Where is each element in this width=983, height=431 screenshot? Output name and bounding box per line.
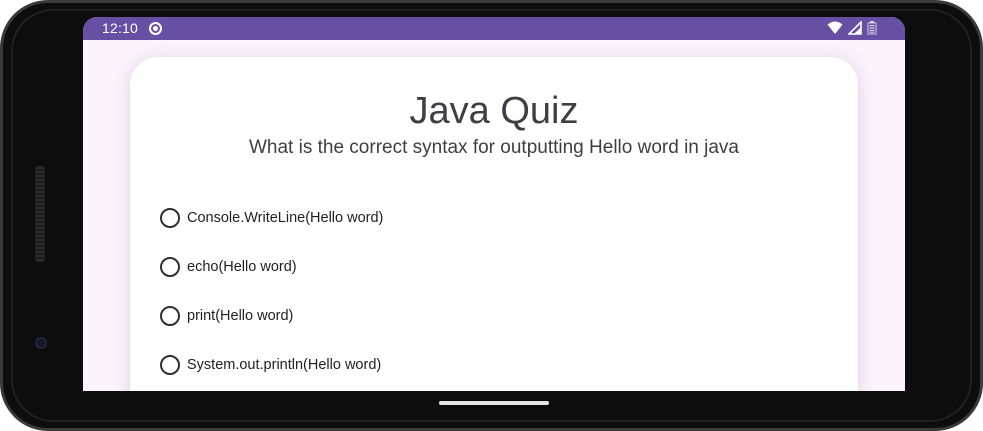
app-screen: 12:10 Java Quiz What is the correct synt…: [83, 17, 905, 391]
quiz-question: What is the correct syntax for outputtin…: [248, 137, 739, 158]
speaker-grille: [35, 165, 45, 263]
wifi-icon: [827, 21, 843, 34]
radio-button[interactable]: [160, 207, 180, 228]
battery-icon: [867, 21, 877, 35]
quiz-title: Java Quiz: [409, 90, 579, 132]
gesture-handle[interactable]: [439, 401, 549, 405]
notification-dot-icon: [149, 22, 162, 35]
option-label: print(Hello word): [187, 307, 294, 324]
phone-frame: 12:10 Java Quiz What is the correct synt…: [0, 0, 983, 431]
status-bar: 12:10: [83, 17, 905, 40]
option-print[interactable]: print(Hello word): [160, 291, 820, 340]
option-label: echo(Hello word): [187, 258, 297, 275]
option-echo[interactable]: echo(Hello word): [160, 242, 820, 291]
navigation-bar: [83, 391, 905, 417]
status-icons: [827, 21, 877, 36]
option-system-out-println[interactable]: System.out.println(Hello word): [160, 340, 820, 389]
option-label: Console.WriteLine(Hello word): [187, 209, 384, 226]
front-camera: [35, 337, 47, 349]
cellular-signal-icon: [847, 21, 862, 35]
radio-button[interactable]: [160, 354, 180, 375]
option-label: System.out.println(Hello word): [187, 356, 382, 373]
option-console-writeline[interactable]: Console.WriteLine(Hello word): [160, 193, 820, 242]
status-time: 12:10: [102, 20, 139, 36]
radio-button[interactable]: [160, 305, 180, 326]
radio-button[interactable]: [160, 256, 180, 277]
quiz-card: Java Quiz What is the correct syntax for…: [130, 57, 858, 391]
options-list: Console.WriteLine(Hello word) echo(Hello…: [160, 193, 820, 389]
